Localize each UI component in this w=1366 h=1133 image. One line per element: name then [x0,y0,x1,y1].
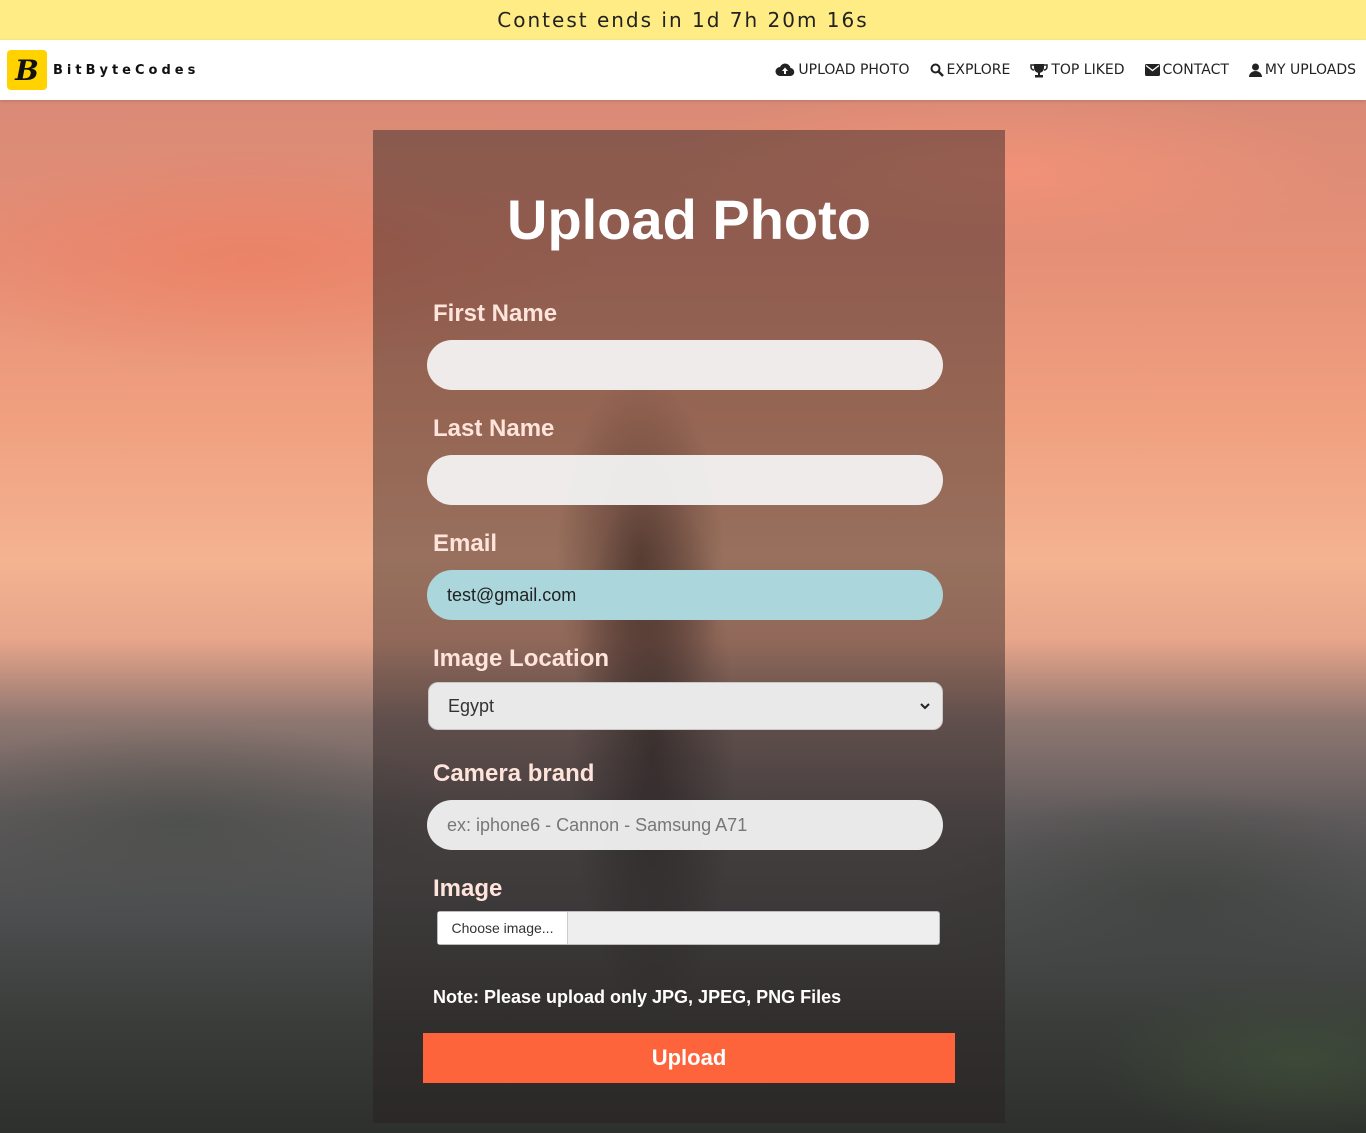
email-field[interactable] [427,570,943,620]
last-name-label: Last Name [433,415,555,442]
image-label: Image [433,875,503,902]
nav-contact-label: CONTACT [1162,62,1229,78]
trophy-icon [1030,63,1049,77]
nav-upload-photo-label: UPLOAD PHOTO [798,62,910,78]
image-file-input[interactable]: Choose image... [437,911,940,945]
brand-name[interactable]: BitByteCodes [53,63,199,78]
image-location-selected: Egypt [448,695,495,716]
navbar: B BitByteCodes UPLOAD PHOTO EXPLORE TOP … [0,40,1366,100]
nav-explore-label: EXPLORE [946,62,1011,78]
first-name-label: First Name [433,300,558,327]
camera-brand-label: Camera brand [433,760,595,787]
file-type-note: Note: Please upload only JPG, JPEG, PNG … [433,987,842,1007]
nav-my-uploads-label: MY UPLOADS [1264,62,1356,78]
brand-logo[interactable]: B [7,50,47,90]
cloud-upload-icon [775,63,795,77]
nav-upload-photo[interactable]: UPLOAD PHOTO [775,62,910,78]
last-name-field[interactable] [427,455,943,505]
upload-button[interactable]: Upload [423,1033,955,1083]
contest-countdown-banner: Contest ends in 1d 7h 20m 16s [0,0,1366,40]
nav-my-uploads[interactable]: MY UPLOADS [1248,62,1356,78]
choose-image-button[interactable]: Choose image... [438,912,568,944]
camera-brand-field[interactable] [427,800,943,850]
countdown-text: Contest ends in 1d 7h 20m 16s [497,8,869,32]
user-icon [1248,63,1262,77]
upload-form-card: Upload Photo First Name Last Name Email … [373,130,1005,1123]
brand[interactable]: B BitByteCodes [7,50,199,90]
image-location-label: Image Location [433,645,610,672]
nav-top-liked-label: TOP LIKED [1051,62,1125,78]
search-icon [930,63,944,77]
nav-explore[interactable]: EXPLORE [930,62,1011,78]
nav-contact[interactable]: CONTACT [1144,62,1229,78]
file-name-display [568,912,939,944]
nav-top-liked[interactable]: TOP LIKED [1030,62,1125,78]
first-name-field[interactable] [427,340,943,390]
email-label: Email [433,530,498,557]
page-title: Upload Photo [507,188,871,251]
logo-letter: B [15,53,39,87]
image-location-select[interactable]: Egypt [428,682,943,730]
chevron-down-icon [920,702,930,709]
envelope-icon [1144,64,1160,76]
nav-links: UPLOAD PHOTO EXPLORE TOP LIKED CONTACT M… [755,62,1356,78]
